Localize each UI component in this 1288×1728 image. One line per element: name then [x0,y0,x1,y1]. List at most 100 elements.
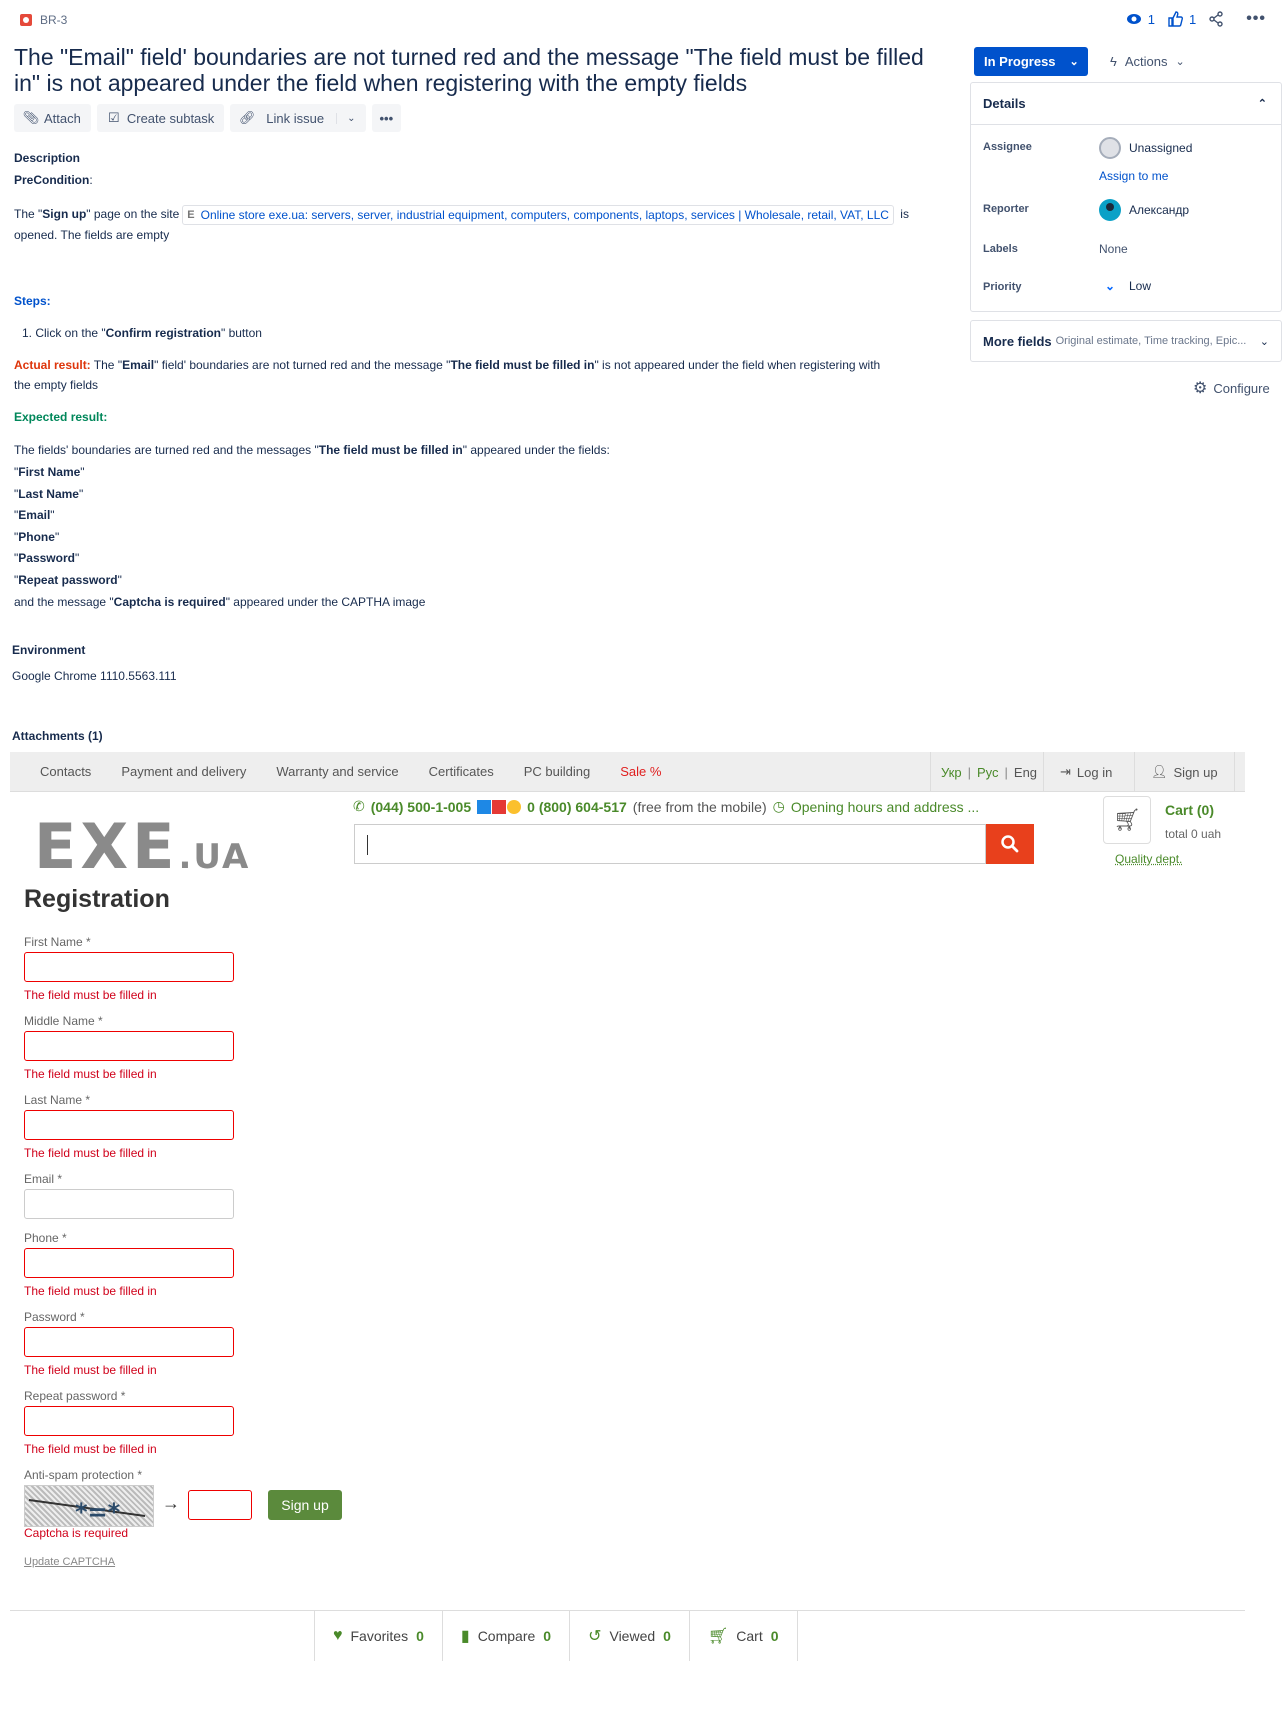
priority-field[interactable]: ⌄ Low [1099,279,1151,293]
configure-label: Configure [1213,380,1270,396]
like-button[interactable]: 1 [1167,11,1196,27]
quality-dept-link[interactable]: Quality dept. [1115,852,1182,866]
email-label: Email * [24,1172,63,1186]
configure-button[interactable]: ⚙ Configure [1193,378,1270,398]
nav-warranty-service[interactable]: Warranty and service [261,764,413,779]
bottom-cart-button[interactable]: 🛒︎ Cart 0 [688,1611,798,1661]
favorites-button[interactable]: ♥ Favorites 0 [314,1611,442,1661]
ellipsis-icon: ••• [379,110,394,126]
captcha-glyphs-icon: *=* [28,1498,146,1526]
details-header[interactable]: Details ⌃ [971,83,1281,125]
phone-2-note: (free from the mobile) [632,798,767,815]
captcha-error: Captcha is required [24,1526,129,1540]
more-fields-subtitle: Original estimate, Time tracking, Epic..… [1055,335,1247,347]
lang-rus[interactable]: Рус [977,765,999,780]
captcha-image: *=* [24,1485,154,1527]
email-input[interactable] [24,1189,234,1219]
cart-icon[interactable]: 🛒︎ [1103,796,1151,844]
link-issue-button[interactable]: 🔗︎ Link issue ⌄ [230,104,366,132]
phone-1[interactable]: (044) 500-1-005 [371,799,471,815]
logo-small: .UA [178,837,251,877]
status-label: In Progress [984,54,1056,69]
login-link[interactable]: ⇥ Log in [1043,752,1128,792]
viewed-label: Viewed [609,1628,656,1644]
actions-dropdown[interactable]: ϟ Actions ⌄ [1110,47,1185,76]
text-span: " page on the site [86,207,180,221]
first-name-input[interactable] [24,952,234,982]
lang-ukr[interactable]: Укр [941,765,962,780]
site-search-input[interactable] [354,824,986,864]
status-dropdown[interactable]: In Progress ⌄ [974,47,1088,76]
bottom-cart-count: 0 [770,1628,779,1644]
compare-count: 0 [543,1628,552,1644]
text-span: The fields' boundaries are turned red an… [14,443,319,457]
user-plus-icon: 👤︎ [1151,764,1168,779]
signup-link[interactable]: 👤︎ Sign up [1134,752,1235,792]
list-item: "Phone" [14,529,60,544]
more-toolbar-button[interactable]: ••• [371,104,402,132]
environment-value[interactable]: Google Chrome 1110.5563.111 [12,666,177,686]
language-switcher: Укр | Рус | Eng [930,752,1047,792]
signup-submit-button[interactable]: Sign up [268,1490,342,1520]
assign-to-me-link[interactable]: Assign to me [1099,169,1168,183]
nav-contacts[interactable]: Contacts [10,764,106,779]
viewed-button[interactable]: ↺ Viewed 0 [569,1611,689,1661]
cart-small-icon: 🛒︎ [707,1628,729,1645]
nav-payment-delivery[interactable]: Payment and delivery [106,764,261,779]
compare-button[interactable]: ▮ Compare 0 [441,1611,569,1661]
bold-span: The field must be filled in [450,358,595,372]
captcha-input[interactable] [188,1490,252,1520]
nav-certificates[interactable]: Certificates [414,764,509,779]
phone-2[interactable]: 0 (800) 604-517 [527,799,627,815]
phone-label: Phone * [24,1231,67,1245]
list-item: "Repeat password" [14,572,122,587]
more-actions-icon[interactable]: ••• [1246,10,1266,28]
last-name-input[interactable] [24,1110,234,1140]
nav-sale[interactable]: Sale % [605,764,676,779]
chevron-up-icon[interactable]: ⌃ [1258,97,1267,110]
text-span: The " [14,207,43,221]
more-fields-title: More fields [983,333,1052,349]
nav-pc-building[interactable]: PC building [509,764,606,779]
login-label: Log in [1076,764,1113,780]
list-item: "Email" [14,508,55,523]
assignee-field[interactable]: Unassigned [1099,137,1192,159]
cart-title[interactable]: Cart (0) [1165,802,1214,818]
site-smart-link[interactable]: E Online store exe.ua: servers, server, i… [182,204,894,225]
login-icon: ⇥ [1060,764,1071,779]
opening-hours-link[interactable]: Opening hours and address ... [791,799,979,815]
site-logo[interactable]: EXE.UA [34,810,250,883]
attach-button[interactable]: 📎︎ Attach [14,104,91,132]
update-captcha-link[interactable]: Update CAPTCHA [24,1556,115,1568]
chevron-down-icon[interactable]: ⌄ [336,112,356,124]
text-span: opened. The fields are empty [14,227,170,242]
actual-result-label: Actual result: [14,358,91,372]
password-input[interactable] [24,1327,234,1357]
issue-title[interactable]: The "Email" field' boundaries are not tu… [14,44,954,96]
attachment-screenshot[interactable]: Contacts Payment and delivery Warranty a… [10,752,1245,1728]
repeat-password-input[interactable] [24,1406,234,1436]
environment-heading: Environment [12,643,86,657]
more-fields-section[interactable]: More fields Original estimate, Time trac… [970,320,1282,362]
middle-name-input[interactable] [24,1031,234,1061]
reporter-value: Александр [1129,203,1190,217]
share-icon[interactable] [1208,11,1224,27]
bar-chart-icon: ▮ [460,1628,470,1645]
search-button[interactable] [986,824,1034,864]
lang-eng[interactable]: Eng [1014,765,1037,780]
issue-key[interactable]: BR-3 [40,13,67,27]
bottom-cart-label: Cart [736,1628,763,1644]
password-label: Password * [24,1310,85,1324]
field-name: Phone [18,529,55,544]
reporter-field[interactable]: Александр [1099,199,1189,221]
precondition-line: PreCondition: [14,170,93,190]
text-span: " appeared under the CAPTHA image [225,594,426,609]
watch-button[interactable]: 1 [1126,11,1155,27]
create-subtask-button[interactable]: ☑ Create subtask [96,104,225,132]
phone-input[interactable] [24,1248,234,1278]
expected-result-label: Expected result: [14,410,108,424]
site-favicon-icon: E [187,208,195,221]
issue-key-breadcrumb[interactable]: BR-3 [20,13,67,27]
list-item: "First Name" [14,465,85,479]
labels-value[interactable]: None [1099,242,1128,256]
